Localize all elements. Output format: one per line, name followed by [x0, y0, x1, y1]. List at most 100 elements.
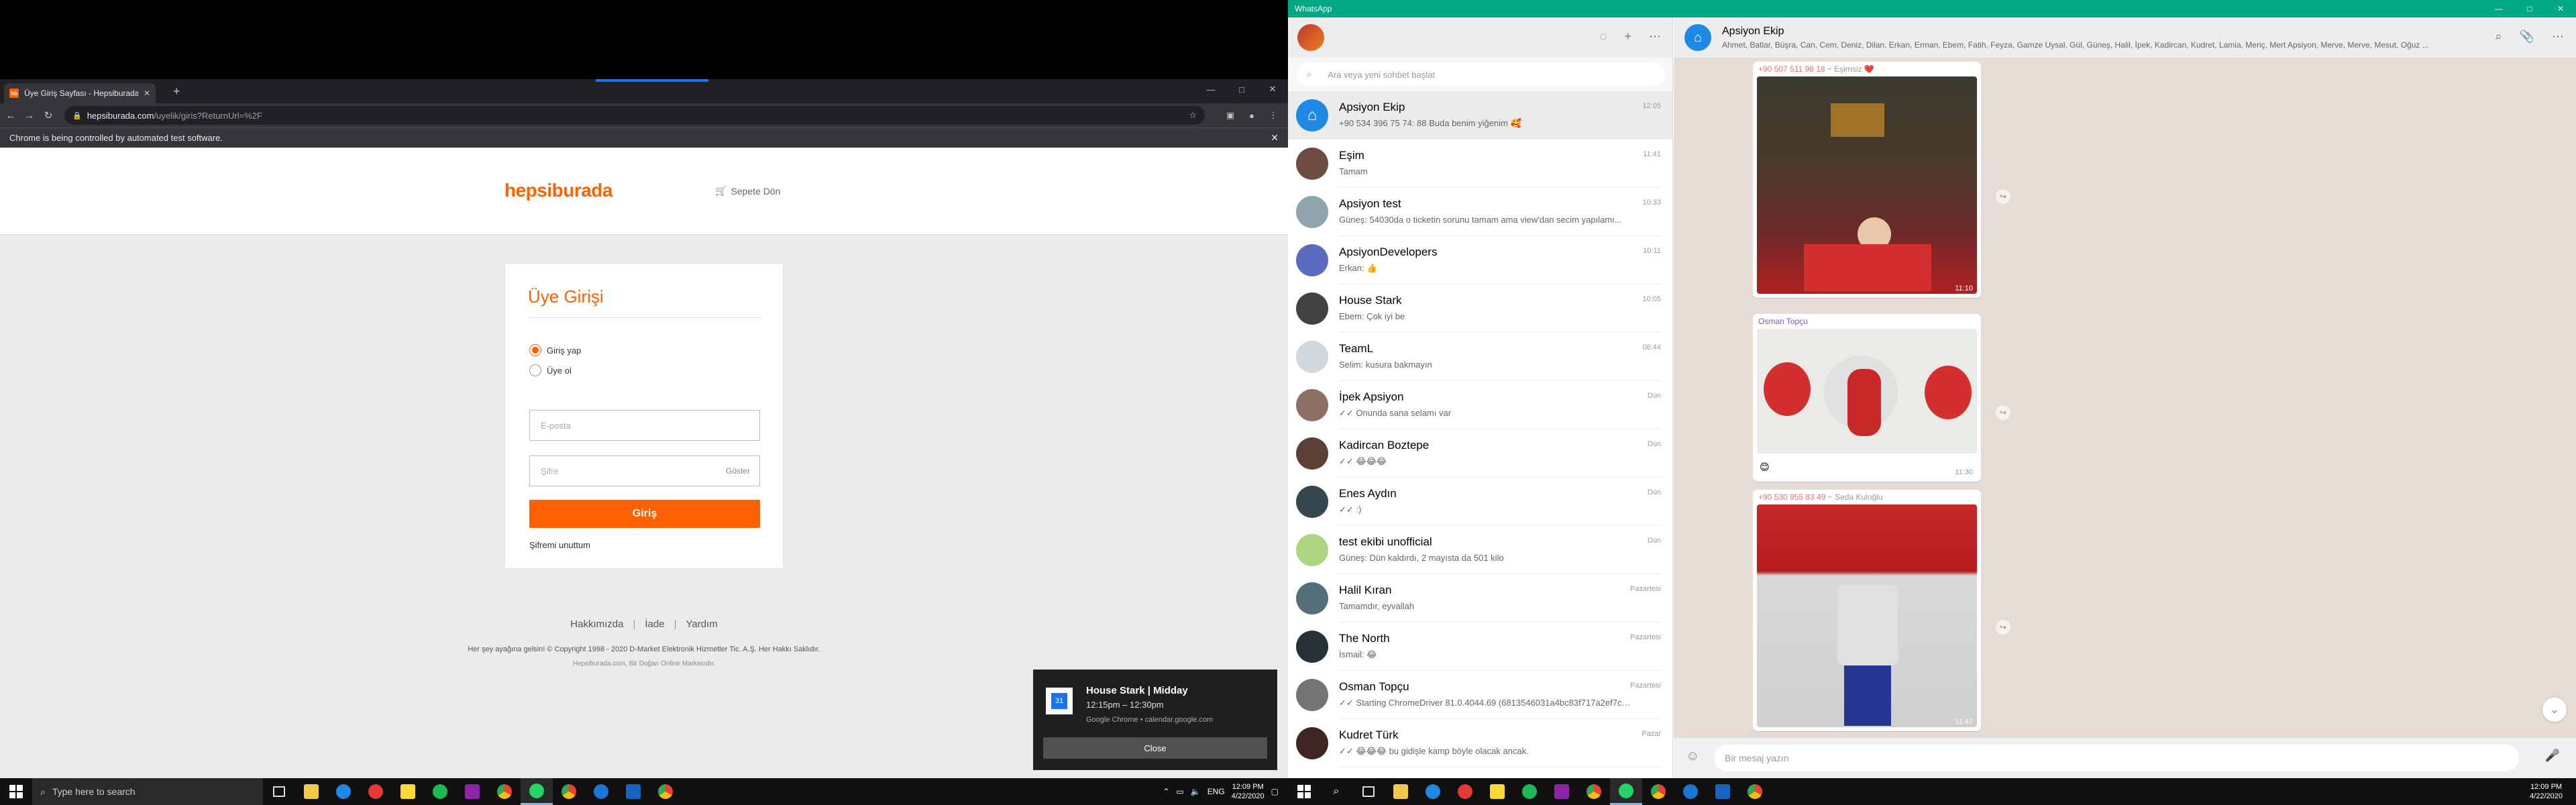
- maximize-button[interactable]: □: [2514, 0, 2545, 17]
- sublime-icon[interactable]: [1707, 778, 1739, 805]
- status-icon[interactable]: ◌: [1600, 30, 1607, 44]
- chat-item[interactable]: test ekibi unofficial Dün Güneş: Dün kaldı…: [1288, 526, 1672, 574]
- chrome-icon-2[interactable]: [553, 778, 585, 805]
- forward-icon[interactable]: →: [21, 107, 38, 123]
- footer-link-help[interactable]: Yardım: [686, 619, 717, 630]
- message-bubble[interactable]: +90 507 511 98 18 ~ Eşimsiz ❤️ 11:10: [1753, 62, 1981, 298]
- my-avatar[interactable]: [1297, 24, 1324, 51]
- start-button[interactable]: [1288, 778, 1320, 805]
- start-button[interactable]: [0, 778, 32, 805]
- task-view-icon[interactable]: [263, 778, 295, 805]
- chat-item[interactable]: İpek Apsiyon Dün ✓✓ Onunda sana selamı var: [1288, 381, 1672, 429]
- attach-icon[interactable]: 📎: [2520, 30, 2534, 44]
- whatsapp-taskbar-icon[interactable]: [521, 778, 553, 805]
- chat-item[interactable]: ApsiyonDevelopers 10:11 Erkan: 👍: [1288, 236, 1672, 284]
- group-avatar[interactable]: ⌂: [1684, 24, 1711, 51]
- chat-item[interactable]: House Stark 10:05 Ebem: Çok iyi be: [1288, 284, 1672, 333]
- radio-register[interactable]: [529, 364, 541, 376]
- radio-login[interactable]: [529, 344, 541, 356]
- chat-item[interactable]: Osman Topçu Pazartesi ✓✓ Starting ChromeDr…: [1288, 671, 1672, 719]
- chat-item[interactable]: Halil Kıran Pazartesi Tamamdır, eyvallah: [1288, 574, 1672, 623]
- back-to-cart-link[interactable]: 🛒 Sepete Dön: [715, 185, 780, 197]
- address-bar[interactable]: 🔒 hepsiburada.com/uyelik/giris?ReturnUrl…: [64, 106, 1205, 125]
- photo-child-shirt[interactable]: [1757, 504, 1977, 727]
- tray-chevron-icon[interactable]: ⌃: [1163, 787, 1169, 796]
- forward-icon[interactable]: ↪: [1996, 620, 2010, 635]
- chat-item[interactable]: Enes Aydın Dün ✓✓ :): [1288, 478, 1672, 526]
- chat-search-input[interactable]: ⌕ Ara veya yeni sohbet başlat: [1296, 63, 1665, 86]
- new-tab-icon[interactable]: +: [173, 85, 180, 99]
- chat-item[interactable]: Kadircan Boztepe Dün ✓✓ 😂😂😂: [1288, 429, 1672, 478]
- spotify-icon[interactable]: [1513, 778, 1546, 805]
- menu-icon[interactable]: ⋯: [2552, 30, 2564, 44]
- hepsiburada-logo[interactable]: hepsiburada: [504, 180, 612, 201]
- notification-center-icon[interactable]: ▢: [1271, 787, 1279, 796]
- sticky-notes-icon[interactable]: [392, 778, 424, 805]
- forward-icon[interactable]: ↪: [1996, 405, 2010, 420]
- notification-close-button[interactable]: Close: [1043, 737, 1267, 759]
- search-icon[interactable]: ⌕: [2495, 30, 2502, 44]
- maximize-button[interactable]: □: [1226, 79, 1257, 99]
- message-bubble[interactable]: +90 530 955 83 49 ~ Seda Kuloğlu 11:47: [1753, 490, 1981, 731]
- close-tab-icon[interactable]: ✕: [144, 89, 150, 98]
- sublime-icon[interactable]: [617, 778, 649, 805]
- edge-icon[interactable]: [1417, 778, 1449, 805]
- menu-icon[interactable]: ⋯: [1649, 30, 1661, 44]
- minimize-button[interactable]: —: [2483, 0, 2514, 17]
- edge-icon[interactable]: [327, 778, 360, 805]
- spotify-icon[interactable]: [424, 778, 456, 805]
- app-icon[interactable]: [1546, 778, 1578, 805]
- new-chat-icon[interactable]: +: [1624, 30, 1631, 44]
- footer-link-return[interactable]: İade: [645, 619, 664, 630]
- chat-item[interactable]: ⌂ Apsiyon Ekip 12:05 +90 534 396 75 74: 88 …: [1288, 91, 1672, 140]
- scroll-down-button[interactable]: ⌄: [2542, 698, 2567, 722]
- ie-icon[interactable]: [585, 778, 617, 805]
- chat-item[interactable]: Eşim 11:41 Tamam: [1288, 140, 1672, 188]
- taskbar-clock[interactable]: 12:09 PM 4/22/2020: [1232, 782, 1265, 801]
- opera-icon[interactable]: [360, 778, 392, 805]
- taskbar-search[interactable]: ⌕ Type here to search: [32, 778, 263, 805]
- sticky-notes-icon[interactable]: [1481, 778, 1513, 805]
- chrome-icon-3[interactable]: [649, 778, 682, 805]
- forward-icon[interactable]: ↪: [1996, 189, 2010, 204]
- chat-item[interactable]: Apsiyon test 10:33 Güneş: 54030da o ticket…: [1288, 188, 1672, 236]
- emoji-icon[interactable]: ☺: [1686, 749, 1699, 764]
- chrome-icon[interactable]: [488, 778, 521, 805]
- language-icon[interactable]: ENG: [1208, 787, 1225, 796]
- footer-link-about[interactable]: Hakkımızda: [570, 619, 623, 630]
- search-icon[interactable]: ⌕: [1320, 778, 1352, 805]
- back-icon[interactable]: ←: [3, 107, 19, 123]
- show-password-button[interactable]: Göster: [726, 466, 750, 476]
- microphone-icon[interactable]: 🎤: [2545, 749, 2560, 763]
- password-field[interactable]: Şifre Göster: [529, 455, 760, 486]
- message-input[interactable]: Bir mesaj yazın: [1714, 745, 2519, 771]
- taskbar-clock[interactable]: 12:09 PM 4/22/2020: [2530, 782, 2563, 801]
- chrome-icon-3[interactable]: [1739, 778, 1771, 805]
- message-bubble[interactable]: Osman Topçu 😊 11:30: [1753, 314, 1981, 482]
- forgot-password-link[interactable]: Şifremi unuttum: [529, 540, 590, 550]
- conversation-header[interactable]: ⌂ Apsiyon Ekip Ahmet, Batlar, Büşra, Can…: [1674, 17, 2576, 58]
- network-icon[interactable]: ▭: [1176, 787, 1183, 796]
- email-field[interactable]: E-posta: [529, 410, 760, 441]
- profile-icon[interactable]: ●: [1244, 107, 1260, 123]
- chat-item[interactable]: TeamL 08:44 Selim: kusura bakmayın: [1288, 333, 1672, 381]
- file-explorer-icon[interactable]: [1385, 778, 1417, 805]
- close-infobar-icon[interactable]: ✕: [1271, 132, 1279, 144]
- chat-item[interactable]: Kudret Türk Pazar ✓✓ 😂😂😂 bu gidişle kamp b…: [1288, 719, 1672, 767]
- chrome-icon[interactable]: [1578, 778, 1610, 805]
- ie-icon[interactable]: [1674, 778, 1707, 805]
- chrome-icon-2[interactable]: [1642, 778, 1674, 805]
- file-explorer-icon[interactable]: [295, 778, 327, 805]
- login-button[interactable]: Giriş: [529, 500, 760, 528]
- menu-kebab-icon[interactable]: ⋮: [1265, 107, 1281, 123]
- task-view-icon[interactable]: [1352, 778, 1385, 805]
- extension-icon[interactable]: ▣: [1222, 107, 1238, 123]
- radio-register-option[interactable]: Üye ol: [529, 364, 572, 376]
- close-window-button[interactable]: ✕: [2545, 0, 2576, 17]
- volume-icon[interactable]: 🔈: [1191, 787, 1201, 796]
- photo-baby-balloons[interactable]: [1757, 329, 1977, 453]
- photo-child-flag[interactable]: [1757, 76, 1977, 294]
- app-icon[interactable]: [456, 778, 488, 805]
- opera-icon[interactable]: [1449, 778, 1481, 805]
- reload-icon[interactable]: ↻: [40, 107, 56, 123]
